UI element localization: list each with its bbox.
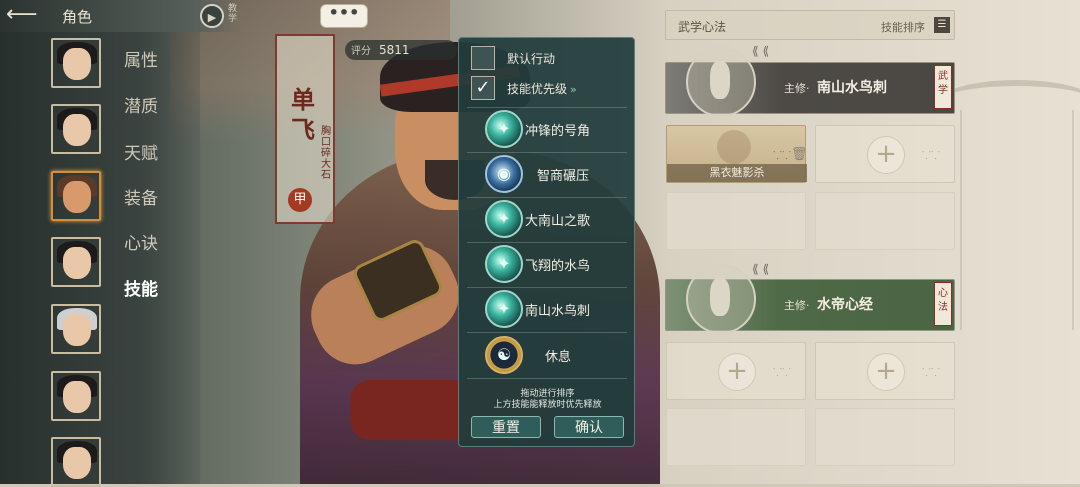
teal-swirl-icon: ✦: [485, 200, 523, 238]
plus-icon: +: [867, 136, 905, 174]
menu-mind-art[interactable]: 心诀: [124, 229, 158, 254]
skill-name: 飞翔的水鸟: [525, 259, 591, 274]
skill-item[interactable]: ✦ 冲锋的号角: [465, 108, 630, 152]
confirm-button[interactable]: 确认: [554, 416, 624, 438]
locked-slot: [815, 192, 955, 250]
skill-item[interactable]: ✦ 飞翔的水鸟: [465, 243, 630, 287]
footprints-icon: ⸪⸪: [772, 149, 791, 162]
footprint-arrows-icon: ⟪ ⟪: [752, 262, 770, 276]
skill-priority-toggle[interactable]: ✓ 技能优先级»: [471, 76, 631, 102]
martial-arts-header: 武学心法 技能排序 ☰: [665, 10, 955, 40]
teal-swirl-icon: ✦: [485, 245, 523, 283]
character-name-char-2: 飞: [291, 116, 315, 144]
martial-arts-title: 武学心法: [678, 20, 727, 34]
chevron-right-icon: »: [570, 83, 577, 96]
mind-art-emblem: [686, 264, 756, 334]
score-value: 5811: [379, 43, 410, 57]
character-nickname: 胸口碎大石: [321, 126, 331, 181]
empty-technique-slot[interactable]: + ⸪⸪: [815, 125, 955, 183]
equipped-technique-slot[interactable]: ⸪⸪ 黑衣魅影杀: [666, 125, 807, 183]
empty-technique-slot[interactable]: + ⸪⸪: [666, 342, 806, 400]
trash-icon[interactable]: 🗑: [791, 147, 808, 162]
martial-art-tag: 武学: [934, 65, 952, 109]
blue-orb-icon: ◉: [485, 155, 523, 193]
default-action-label: 默认行动: [507, 52, 556, 66]
menu-talent[interactable]: 天赋: [124, 139, 158, 164]
character-avatar-selected[interactable]: [51, 171, 101, 221]
primary-martial-art-bar[interactable]: 主修· 南山水鸟刺 武学: [665, 47, 955, 117]
meditation-icon: ☯: [485, 336, 523, 374]
default-action-checkbox[interactable]: [471, 46, 495, 70]
locked-slot: [666, 192, 806, 250]
grade-seal: 甲: [288, 188, 312, 212]
teal-swirl-icon: ✦: [485, 290, 523, 328]
locked-slot: [815, 408, 955, 466]
secondary-martial-art-bar[interactable]: 主修· 水帝心经 心法: [665, 264, 955, 334]
default-action-toggle[interactable]: 默认行动: [471, 46, 631, 72]
skill-priority-checkbox[interactable]: ✓: [471, 76, 495, 100]
plus-icon: +: [718, 353, 756, 391]
score-box: 评分 5811: [345, 40, 457, 60]
skill-name: 休息: [545, 350, 572, 365]
skill-item[interactable]: ✦ 大南山之歌: [465, 198, 630, 242]
hint-line-2: 上方技能能释放时优先释放: [493, 400, 602, 410]
footprints-icon: ⸪⸪: [772, 366, 791, 379]
chat-bubble-button[interactable]: •••: [320, 4, 368, 28]
skill-name: 冲锋的号角: [525, 124, 591, 139]
divider: [467, 378, 627, 379]
character-avatar-2[interactable]: [51, 104, 101, 154]
menu-skills[interactable]: 技能: [124, 275, 158, 300]
main-study-label: 主修·: [784, 82, 810, 95]
teal-swirl-icon: ✦: [485, 110, 523, 148]
score-label: 评分: [351, 46, 371, 57]
skill-name: 大南山之歌: [525, 214, 591, 229]
skill-priority-panel: 默认行动 ✓ 技能优先级» ✦ 冲锋的号角 ◉ 智商碾压 ✦ 大南山之歌 ✦ 飞…: [458, 37, 635, 447]
skill-item[interactable]: ☯ 休息: [465, 334, 630, 378]
character-avatar-5[interactable]: [51, 304, 101, 354]
character-avatar-1[interactable]: [51, 38, 101, 88]
page-title: 角色: [62, 8, 93, 26]
skill-name: 南山水鸟刺: [525, 304, 591, 319]
skill-priority-label: 技能优先级: [507, 82, 568, 96]
footprints-icon: ⸪⸪: [921, 366, 940, 379]
martial-art-emblem: [686, 47, 756, 117]
arrow-left-icon: ⟵: [6, 2, 38, 27]
plus-icon: +: [867, 353, 905, 391]
menu-potential[interactable]: 潜质: [124, 92, 158, 117]
skill-sort-label[interactable]: 技能排序: [881, 19, 925, 35]
footprint-arrows-icon: ⟪ ⟪: [752, 44, 770, 58]
checkmark-icon: ✓: [475, 77, 491, 98]
back-button[interactable]: ⟵: [6, 4, 46, 28]
locked-slot: [666, 408, 806, 466]
skill-name: 智商碾压: [537, 169, 590, 184]
main-study-label: 主修·: [784, 299, 810, 312]
menu-attributes[interactable]: 属性: [124, 46, 158, 71]
empty-technique-slot[interactable]: + ⸪⸪: [815, 342, 955, 400]
play-icon: ▶: [207, 11, 217, 24]
character-avatar-4[interactable]: [51, 237, 101, 287]
technique-figure-icon: [717, 130, 751, 164]
tutorial-label: 教学: [228, 4, 238, 24]
sort-icon[interactable]: ☰: [934, 17, 950, 33]
secondary-martial-art-name: 水帝心经: [817, 297, 873, 313]
divider: [467, 332, 627, 333]
pavilion-background: [937, 80, 1080, 330]
tutorial-play-button[interactable]: ▶: [200, 4, 224, 28]
mind-art-tag: 心法: [934, 282, 952, 326]
equipped-technique-name: 黑衣魅影杀: [667, 164, 807, 182]
primary-martial-art-name: 南山水鸟刺: [817, 80, 887, 96]
character-avatar-6[interactable]: [51, 371, 101, 421]
skill-item[interactable]: ◉ 智商碾压: [465, 153, 630, 197]
footprints-icon: ⸪⸪: [921, 149, 940, 162]
menu-equipment[interactable]: 装备: [124, 184, 158, 209]
reset-button[interactable]: 重置: [471, 416, 541, 438]
skill-item[interactable]: ✦ 南山水鸟刺: [465, 288, 630, 332]
character-avatar-7[interactable]: [51, 437, 101, 487]
